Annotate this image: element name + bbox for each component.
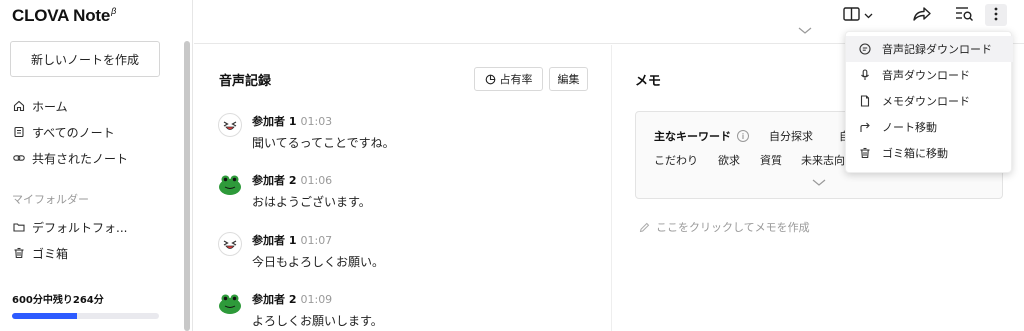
new-note-button[interactable]: 新しいノートを作成 [10, 41, 160, 77]
utterance-text[interactable]: 今日もよろしくお願い。 [252, 253, 384, 270]
menu-item-move-to-trash[interactable]: ゴミ箱に移動 [846, 140, 1013, 166]
list-search-icon [954, 5, 974, 26]
keyword-chip[interactable]: 欲求 [718, 152, 740, 168]
folder-icon [12, 220, 26, 234]
keywords-label: 主なキーワード i [654, 128, 749, 144]
share-button[interactable] [910, 4, 934, 26]
sidebar: CLOVA Noteβ 新しいノートを作成 ホーム すべてのノート 共有されたノ… [0, 0, 193, 331]
keyword-chip[interactable]: 未来志向 [801, 152, 845, 168]
menu-item-label: ノート移動 [882, 121, 937, 134]
usage-progress-fill [12, 313, 77, 319]
speaker-avatar-frog [218, 172, 242, 196]
sidebar-item-shared-notes[interactable]: 共有されたノート [12, 149, 128, 167]
pie-chart-icon [485, 74, 496, 85]
share-arrow-icon [912, 5, 932, 26]
speaker-avatar-ghost [218, 113, 242, 137]
split-view-icon [843, 6, 861, 25]
edit-button[interactable]: 編集 [549, 67, 588, 91]
move-arrow-icon [858, 120, 872, 134]
menu-item-label: メモダウンロード [882, 95, 970, 108]
menu-item-transcript-download[interactable]: 音声記録ダウンロード [846, 36, 1013, 62]
keyword-chip[interactable]: 資質 [760, 152, 782, 168]
speaker-line: 参加者 1 01:07 [252, 232, 332, 248]
usage-remaining-text: 600分中残り264分 [12, 295, 104, 306]
menu-item-move-note[interactable]: ノート移動 [846, 114, 1013, 140]
link-icon [12, 151, 26, 165]
sidebar-item-label: デフォルトフォ... [32, 220, 128, 235]
sidebar-item-label: ホーム [32, 99, 68, 114]
utterance-text[interactable]: よろしくお願いします。 [252, 312, 383, 329]
menu-item-memo-download[interactable]: メモダウンロード [846, 88, 1013, 114]
sidebar-item-label: すべてのノート [32, 125, 115, 140]
speaker-avatar-frog [218, 291, 242, 315]
speaker-name[interactable]: 参加者 2 [252, 174, 296, 187]
sidebar-scrollbar[interactable] [184, 41, 190, 331]
utterance-time[interactable]: 01:07 [300, 234, 332, 247]
speaker-line: 参加者 1 01:03 [252, 113, 332, 129]
my-folders-label: マイフォルダー [12, 193, 89, 206]
kebab-menu-icon [994, 7, 998, 24]
share-ratio-label: 占有率 [499, 73, 533, 86]
sidebar-item-label: 共有されたノート [32, 151, 129, 166]
memo-title: メモ [635, 74, 662, 89]
memo-create-placeholder[interactable]: ここをクリックしてメモを作成 [639, 219, 810, 235]
sidebar-item-default-folder[interactable]: デフォルトフォ... [12, 218, 127, 236]
document-icon [12, 125, 26, 139]
usage-progress-bar [12, 313, 159, 319]
sidebar-item-trash[interactable]: ゴミ箱 [12, 244, 68, 262]
sidebar-item-home[interactable]: ホーム [12, 97, 68, 115]
sidebar-item-all-notes[interactable]: すべてのノート [12, 123, 115, 141]
speaker-name[interactable]: 参加者 1 [252, 115, 296, 128]
menu-item-label: 音声記録ダウンロード [882, 43, 992, 56]
trash-icon [12, 246, 26, 260]
trash-icon [858, 146, 872, 160]
menu-item-label: 音声ダウンロード [882, 69, 970, 82]
speaker-name[interactable]: 参加者 1 [252, 234, 296, 247]
speaker-line: 参加者 2 01:06 [252, 172, 332, 188]
transcript-title: 音声記録 [219, 74, 272, 89]
layout-toggle-button[interactable] [840, 4, 876, 26]
expand-keywords-chevron-icon[interactable] [812, 176, 826, 190]
menu-item-label: ゴミ箱に移動 [882, 147, 948, 160]
transcript-download-icon [858, 42, 872, 56]
transcript-panel: 音声記録 占有率 編集 参加者 1 01:03 聞いてるってことですね。 参加者 … [194, 45, 612, 331]
microphone-icon [858, 68, 872, 82]
memo-placeholder-text: ここをクリックしてメモを作成 [656, 221, 810, 234]
keywords-label-text: 主なキーワード [654, 130, 731, 143]
pencil-icon [639, 222, 650, 233]
app-logo[interactable]: CLOVA Noteβ [12, 6, 116, 26]
utterance-text[interactable]: おはようございます。 [252, 193, 371, 210]
collapse-header-chevron-icon[interactable] [798, 24, 812, 38]
speaker-line: 参加者 2 01:09 [252, 291, 332, 307]
menu-item-audio-download[interactable]: 音声ダウンロード [846, 62, 1013, 88]
keyword-chip[interactable]: こだわり [654, 152, 698, 168]
utterance-text[interactable]: 聞いてるってことですね。 [252, 134, 395, 151]
memo-file-icon [858, 94, 872, 108]
more-options-menu: 音声記録ダウンロード 音声ダウンロード メモダウンロード ノート移動 ゴミ箱に移… [845, 31, 1013, 173]
utterance-time[interactable]: 01:09 [300, 293, 332, 306]
more-options-button[interactable] [985, 4, 1007, 26]
search-transcript-button[interactable] [952, 4, 976, 26]
info-icon[interactable]: i [737, 130, 749, 142]
share-ratio-button[interactable]: 占有率 [474, 67, 543, 91]
utterance-time[interactable]: 01:03 [300, 115, 332, 128]
chevron-down-icon [864, 8, 873, 22]
speaker-avatar-ghost [218, 232, 242, 256]
speaker-name[interactable]: 参加者 2 [252, 293, 296, 306]
home-icon [12, 99, 26, 113]
sidebar-item-label: ゴミ箱 [32, 246, 69, 261]
keyword-chip[interactable]: 自分探求 [769, 128, 813, 144]
utterance-time[interactable]: 01:06 [300, 174, 332, 187]
